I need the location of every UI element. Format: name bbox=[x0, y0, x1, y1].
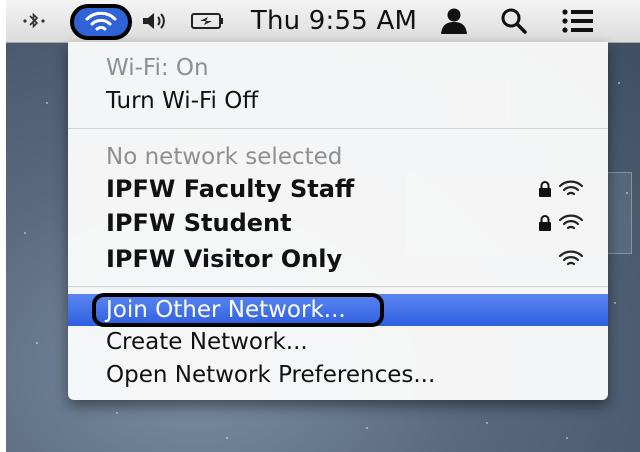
battery-icon[interactable] bbox=[186, 0, 230, 42]
open-network-preferences-item[interactable]: Open Network Preferences... bbox=[68, 358, 608, 392]
menu-separator bbox=[68, 128, 608, 129]
wifi-icon bbox=[85, 11, 117, 31]
network-name: IPFW Visitor Only bbox=[106, 245, 343, 273]
turn-wifi-off-item[interactable]: Turn Wi-Fi Off bbox=[68, 84, 608, 118]
create-network-item[interactable]: Create Network... bbox=[68, 326, 608, 358]
wifi-signal-icon bbox=[558, 180, 584, 196]
screen: Thu 9:55 AM Wi-Fi: On Turn Wi-Fi Off No … bbox=[0, 0, 640, 452]
network-item-ipfw-visitor-only[interactable]: IPFW Visitor Only bbox=[68, 240, 608, 278]
bluetooth-icon[interactable] bbox=[20, 0, 48, 42]
spotlight-search-icon[interactable] bbox=[496, 0, 532, 42]
notification-list-icon[interactable] bbox=[556, 0, 600, 42]
join-other-network-item[interactable]: Join Other Network... bbox=[68, 294, 608, 326]
wifi-menu-extra[interactable] bbox=[70, 4, 132, 40]
wifi-signal-icon bbox=[558, 250, 584, 266]
network-name: IPFW Faculty Staff bbox=[106, 175, 355, 203]
wifi-dropdown-menu: Wi-Fi: On Turn Wi-Fi Off No network sele… bbox=[68, 42, 608, 400]
menu-bar: Thu 9:55 AM bbox=[6, 0, 640, 43]
no-network-selected-label: No network selected bbox=[106, 144, 343, 170]
menu-bar-clock[interactable]: Thu 9:55 AM bbox=[246, 0, 422, 42]
lock-icon bbox=[539, 215, 551, 231]
wifi-signal-icon bbox=[558, 214, 584, 230]
network-name: IPFW Student bbox=[106, 209, 292, 237]
wifi-status-label: Wi-Fi: On bbox=[106, 55, 209, 81]
user-icon[interactable] bbox=[434, 0, 474, 42]
volume-icon[interactable] bbox=[138, 0, 170, 42]
network-item-ipfw-faculty-staff[interactable]: IPFW Faculty Staff bbox=[68, 172, 608, 206]
lock-icon bbox=[539, 181, 551, 197]
network-item-ipfw-student[interactable]: IPFW Student bbox=[68, 206, 608, 240]
menu-separator bbox=[68, 286, 608, 287]
